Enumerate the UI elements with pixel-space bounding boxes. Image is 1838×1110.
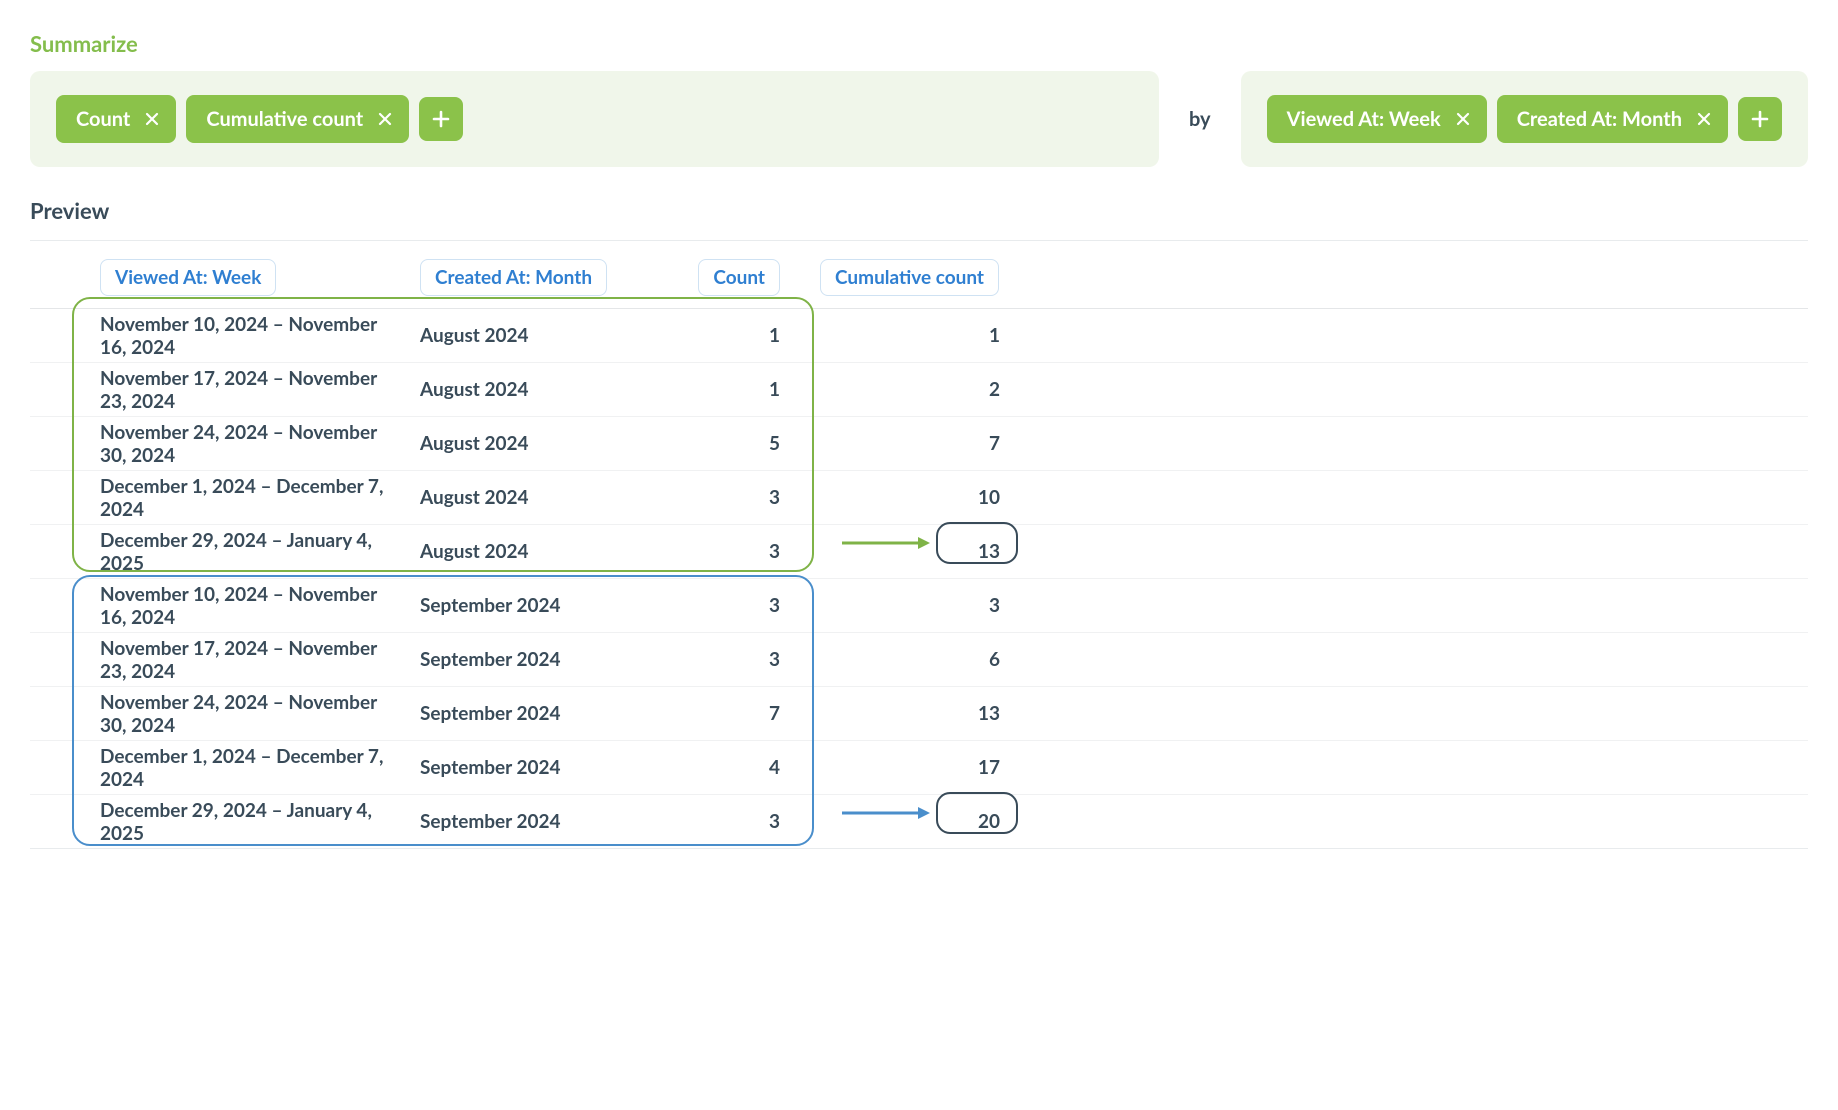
cell-count: 3 bbox=[670, 540, 790, 563]
breakout-pill-viewed-week[interactable]: Viewed At: Week bbox=[1267, 95, 1487, 143]
column-header-cumulative[interactable]: Cumulative count bbox=[820, 259, 999, 296]
metric-pill-label: Count bbox=[76, 107, 130, 131]
cell-count: 3 bbox=[670, 486, 790, 509]
cell-month: September 2024 bbox=[420, 810, 670, 833]
table-row[interactable]: December 1, 2024 – December 7, 2024Septe… bbox=[30, 740, 1808, 794]
summarize-controls: Count Cumulative count by Viewed At: Wee… bbox=[30, 71, 1808, 167]
cell-cumulative: 1 bbox=[790, 324, 1010, 347]
cell-month: September 2024 bbox=[420, 594, 670, 617]
table-row[interactable]: November 17, 2024 – November 23, 2024Sep… bbox=[30, 632, 1808, 686]
close-icon[interactable] bbox=[1455, 111, 1471, 127]
preview-table: Viewed At: Week Created At: Month Count … bbox=[30, 240, 1808, 849]
cell-week: December 1, 2024 – December 7, 2024 bbox=[30, 745, 420, 791]
cell-cumulative: 2 bbox=[790, 378, 1010, 401]
cell-count: 1 bbox=[670, 324, 790, 347]
summarize-title: Summarize bbox=[30, 30, 1808, 57]
metric-pill-cumulative[interactable]: Cumulative count bbox=[186, 95, 409, 143]
cell-month: August 2024 bbox=[420, 324, 670, 347]
close-icon[interactable] bbox=[144, 111, 160, 127]
breakouts-well: Viewed At: Week Created At: Month bbox=[1241, 71, 1808, 167]
cell-month: September 2024 bbox=[420, 702, 670, 725]
cell-cumulative: 6 bbox=[790, 648, 1010, 671]
metric-pill-count[interactable]: Count bbox=[56, 95, 176, 143]
metrics-well: Count Cumulative count bbox=[30, 71, 1159, 167]
cell-week: November 24, 2024 – November 30, 2024 bbox=[30, 691, 420, 737]
column-header-month[interactable]: Created At: Month bbox=[420, 259, 607, 296]
column-header-week[interactable]: Viewed At: Week bbox=[100, 259, 276, 296]
cell-count: 1 bbox=[670, 378, 790, 401]
by-label: by bbox=[1189, 107, 1211, 131]
cell-count: 3 bbox=[670, 648, 790, 671]
table-row[interactable]: December 1, 2024 – December 7, 2024Augus… bbox=[30, 470, 1808, 524]
cell-month: August 2024 bbox=[420, 540, 670, 563]
table-row[interactable]: December 29, 2024 – January 4, 2025Septe… bbox=[30, 794, 1808, 848]
breakout-pill-created-month[interactable]: Created At: Month bbox=[1497, 95, 1728, 143]
cell-week: November 17, 2024 – November 23, 2024 bbox=[30, 367, 420, 413]
cell-week: November 24, 2024 – November 30, 2024 bbox=[30, 421, 420, 467]
breakout-pill-label: Created At: Month bbox=[1517, 107, 1682, 131]
table-row[interactable]: November 24, 2024 – November 30, 2024Aug… bbox=[30, 416, 1808, 470]
cell-month: September 2024 bbox=[420, 756, 670, 779]
cell-count: 5 bbox=[670, 432, 790, 455]
add-metric-button[interactable] bbox=[419, 97, 463, 141]
cell-month: September 2024 bbox=[420, 648, 670, 671]
cell-week: December 1, 2024 – December 7, 2024 bbox=[30, 475, 420, 521]
cell-cumulative: 13 bbox=[790, 702, 1010, 725]
cell-week: December 29, 2024 – January 4, 2025 bbox=[30, 799, 420, 845]
table-row[interactable]: November 24, 2024 – November 30, 2024Sep… bbox=[30, 686, 1808, 740]
cell-count: 4 bbox=[670, 756, 790, 779]
cell-count: 3 bbox=[670, 810, 790, 833]
column-header-count[interactable]: Count bbox=[698, 259, 780, 296]
close-icon[interactable] bbox=[377, 111, 393, 127]
table-row[interactable]: November 10, 2024 – November 16, 2024Aug… bbox=[30, 308, 1808, 362]
cell-count: 3 bbox=[670, 594, 790, 617]
cell-cumulative: 7 bbox=[790, 432, 1010, 455]
add-breakout-button[interactable] bbox=[1738, 97, 1782, 141]
table-header: Viewed At: Week Created At: Month Count … bbox=[30, 253, 1808, 308]
table-row[interactable]: December 29, 2024 – January 4, 2025Augus… bbox=[30, 524, 1808, 578]
cell-week: November 10, 2024 – November 16, 2024 bbox=[30, 583, 420, 629]
cell-cumulative: 13 bbox=[790, 540, 1010, 563]
cell-cumulative: 3 bbox=[790, 594, 1010, 617]
table-body: November 10, 2024 – November 16, 2024Aug… bbox=[30, 308, 1808, 848]
table-row[interactable]: November 10, 2024 – November 16, 2024Sep… bbox=[30, 578, 1808, 632]
cell-count: 7 bbox=[670, 702, 790, 725]
cell-cumulative: 20 bbox=[790, 810, 1010, 833]
cell-cumulative: 10 bbox=[790, 486, 1010, 509]
cell-cumulative: 17 bbox=[790, 756, 1010, 779]
cell-week: November 10, 2024 – November 16, 2024 bbox=[30, 313, 420, 359]
cell-week: November 17, 2024 – November 23, 2024 bbox=[30, 637, 420, 683]
table-row[interactable]: November 17, 2024 – November 23, 2024Aug… bbox=[30, 362, 1808, 416]
cell-month: August 2024 bbox=[420, 378, 670, 401]
breakout-pill-label: Viewed At: Week bbox=[1287, 107, 1441, 131]
preview-title: Preview bbox=[30, 197, 1808, 224]
close-icon[interactable] bbox=[1696, 111, 1712, 127]
cell-month: August 2024 bbox=[420, 432, 670, 455]
cell-month: August 2024 bbox=[420, 486, 670, 509]
metric-pill-label: Cumulative count bbox=[206, 107, 363, 131]
cell-week: December 29, 2024 – January 4, 2025 bbox=[30, 529, 420, 575]
